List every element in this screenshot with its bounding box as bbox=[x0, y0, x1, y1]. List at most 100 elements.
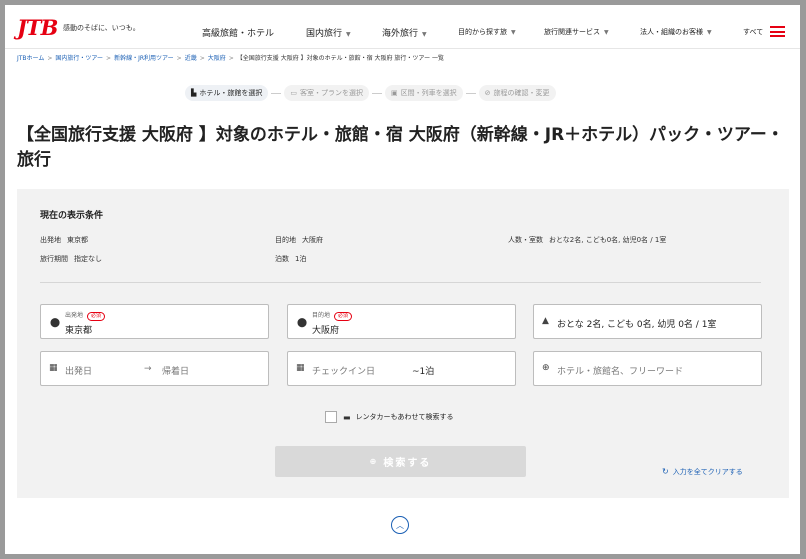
location-pin-icon: ⬤ bbox=[50, 318, 61, 328]
nav-label: 目的から探す旅 bbox=[458, 28, 507, 36]
bed-icon: ▭ bbox=[290, 89, 298, 97]
page-title: 【全国旅行支援 大阪府 】対象のホテル・旅館・宿 大阪府（新幹線・JR＋ホテル）… bbox=[17, 125, 784, 170]
step-connector bbox=[271, 92, 282, 94]
step-hotel: ▙ ホテル・旅館を選択 bbox=[185, 85, 269, 101]
keyword-field[interactable]: ⊕ ホテル・旅館名、フリーワード bbox=[533, 351, 762, 386]
breadcrumb-separator: > bbox=[106, 55, 112, 62]
jtb-logo[interactable]: JTB bbox=[17, 15, 58, 40]
nav-domestic[interactable]: 国内旅行 ▼ bbox=[306, 26, 351, 39]
step-train: ▣ 区間・列車を選択 bbox=[385, 85, 463, 101]
step-label: 旅程の確認・変更 bbox=[493, 89, 550, 97]
nav-overseas[interactable]: 海外旅行 ▼ bbox=[382, 26, 427, 39]
search-button-label: 検索する bbox=[383, 458, 432, 469]
chevron-down-icon: ▼ bbox=[346, 31, 351, 38]
rental-car-option[interactable]: ▬ レンタカーもあわせて検索する bbox=[325, 411, 454, 423]
check-icon: ⊘ bbox=[484, 89, 491, 97]
nav-luxury-hotels[interactable]: 高級旅館・ホテル bbox=[202, 26, 274, 39]
divider bbox=[40, 282, 761, 283]
search-icon: ⊕ bbox=[369, 457, 379, 466]
rental-car-label: レンタカーもあわせて検索する bbox=[355, 413, 454, 421]
condition-value: 指定なし bbox=[74, 255, 102, 263]
guests-field[interactable]: ▲ おとな 2名, こども 0名, 幼児 0名 / 1室 bbox=[533, 304, 762, 339]
chevron-up-icon[interactable]: ︿ bbox=[391, 516, 409, 534]
condition-value: おとな2名, こども0名, 幼児0名 / 1室 bbox=[549, 236, 667, 244]
condition-label: 目的地 bbox=[275, 236, 296, 244]
step-confirm: ⊘ 旅程の確認・変更 bbox=[478, 85, 556, 101]
clear-all-label: 入力を全てクリアする bbox=[672, 468, 743, 476]
location-pin-icon: ⬤ bbox=[297, 318, 308, 328]
field-label-text: 出発地 bbox=[65, 312, 84, 319]
breadcrumb-separator: > bbox=[199, 55, 205, 62]
required-badge: 必須 bbox=[87, 312, 106, 321]
clear-all-link[interactable]: ↻ 入力を全てクリアする bbox=[662, 467, 743, 477]
condition-people: 人数・室数 おとな2名, こども0名, 幼児0名 / 1室 bbox=[508, 235, 666, 245]
car-icon: ▬ bbox=[343, 412, 351, 422]
calendar-icon: ▦ bbox=[296, 363, 305, 373]
destination-value: 大阪府 bbox=[312, 326, 340, 336]
step-label: 区間・列車を選択 bbox=[400, 89, 457, 97]
depart-date-input[interactable]: 出発日 bbox=[65, 364, 92, 377]
search-button[interactable]: ⊕ 検索する bbox=[275, 446, 526, 477]
rental-car-checkbox[interactable] bbox=[325, 411, 337, 423]
nav-all[interactable]: すべて bbox=[743, 27, 763, 37]
chevron-down-icon: ▼ bbox=[422, 31, 427, 38]
destination-field[interactable]: ⬤ 目的地 必須 大阪府 bbox=[287, 304, 516, 339]
nav-corporate[interactable]: 法人・組織のお客様 ▼ bbox=[640, 27, 712, 37]
condition-value: 東京都 bbox=[67, 236, 88, 244]
breadcrumb-link[interactable]: 大阪府 bbox=[208, 55, 226, 62]
nav-services[interactable]: 旅行関連サービス ▼ bbox=[544, 27, 609, 37]
condition-value: 1泊 bbox=[295, 255, 307, 263]
condition-departure: 出発地 東京都 bbox=[40, 235, 88, 245]
condition-label: 泊数 bbox=[275, 255, 289, 263]
breadcrumb-link[interactable]: JTBホーム bbox=[17, 55, 44, 62]
breadcrumb-current: 【全国旅行支援 大阪府 】対象のホテル・旅館・宿 大阪府 旅行・ツアー 一覧 bbox=[236, 55, 444, 62]
breadcrumb-separator: > bbox=[228, 55, 234, 62]
nav-label: 法人・組織のお客様 bbox=[640, 28, 703, 36]
nights-value: ~1泊 bbox=[412, 367, 435, 377]
breadcrumb-separator: > bbox=[176, 55, 182, 62]
condition-period: 旅行期間 指定なし bbox=[40, 254, 102, 264]
condition-value: 大阪府 bbox=[302, 236, 323, 244]
field-label: 出発地 必須 bbox=[65, 310, 106, 321]
train-icon: ▣ bbox=[391, 89, 398, 97]
checkin-date-input[interactable]: チェックイン日 bbox=[312, 364, 375, 377]
page-frame: JTB 感動のそばに、いつも。 高級旅館・ホテル 国内旅行 ▼ 海外旅行 ▼ 目的か… bbox=[5, 5, 800, 554]
step-connector bbox=[465, 92, 476, 94]
return-date-input[interactable]: 帰着日 bbox=[162, 364, 189, 377]
nav-label: 高級旅館・ホテル bbox=[202, 29, 275, 39]
required-badge: 必須 bbox=[334, 312, 353, 321]
nav-label: 国内旅行 bbox=[306, 29, 343, 39]
search-panel: 現在の表示条件 出発地 東京都 目的地 大阪府 人数・室数 おとな2名, こども0名,… bbox=[17, 189, 789, 498]
chevron-down-icon: ▼ bbox=[707, 29, 712, 36]
guests-value: おとな 2名, こども 0名, 幼児 0名 / 1室 bbox=[557, 320, 717, 330]
nav-label: 海外旅行 bbox=[382, 29, 419, 39]
step-label: ホテル・旅館を選択 bbox=[199, 89, 263, 97]
hamburger-icon[interactable] bbox=[770, 26, 785, 37]
field-label: 目的地 必須 bbox=[312, 310, 353, 321]
date-range-field[interactable]: ▦ 出発日 → 帰着日 bbox=[40, 351, 269, 386]
breadcrumb: JTBホーム > 国内旅行・ツアー > 新幹線・JR利用ツアー > 近畿 > 大阪府 > 【全国旅行… bbox=[17, 53, 444, 62]
refresh-icon: ↻ bbox=[662, 467, 669, 476]
breadcrumb-link[interactable]: 国内旅行・ツアー bbox=[55, 55, 103, 62]
condition-destination: 目的地 大阪府 bbox=[275, 235, 323, 245]
breadcrumb-link[interactable]: 近畿 bbox=[185, 55, 197, 62]
keyword-input[interactable]: ホテル・旅館名、フリーワード bbox=[557, 364, 683, 377]
site-header: JTB 感動のそばに、いつも。 高級旅館・ホテル 国内旅行 ▼ 海外旅行 ▼ 目的か… bbox=[5, 5, 800, 49]
field-label-text: 目的地 bbox=[312, 312, 331, 319]
booking-steps: ▙ ホテル・旅館を選択 ▭ 客室・プランを選択 ▣ 区間・列車を選択 ⊘ 旅程の確認・変… bbox=[185, 85, 556, 101]
nav-purpose[interactable]: 目的から探す旅 ▼ bbox=[458, 27, 516, 37]
chevron-down-icon: ▼ bbox=[604, 29, 609, 36]
breadcrumb-link[interactable]: 新幹線・JR利用ツアー bbox=[114, 55, 174, 62]
search-icon: ⊕ bbox=[542, 363, 550, 373]
departure-value: 東京都 bbox=[65, 326, 93, 336]
hotel-icon: ▙ bbox=[191, 89, 197, 97]
step-connector bbox=[372, 92, 383, 94]
condition-nights: 泊数 1泊 bbox=[275, 254, 306, 264]
condition-label: 出発地 bbox=[40, 236, 61, 244]
nav-label: すべて bbox=[743, 28, 764, 36]
breadcrumb-separator: > bbox=[47, 55, 53, 62]
checkin-field[interactable]: ▦ チェックイン日 ~1泊 bbox=[287, 351, 516, 386]
nav-label: 旅行関連サービス bbox=[544, 28, 600, 36]
departure-field[interactable]: ⬤ 出発地 必須 東京都 bbox=[40, 304, 269, 339]
step-room: ▭ 客室・プランを選択 bbox=[284, 85, 370, 101]
